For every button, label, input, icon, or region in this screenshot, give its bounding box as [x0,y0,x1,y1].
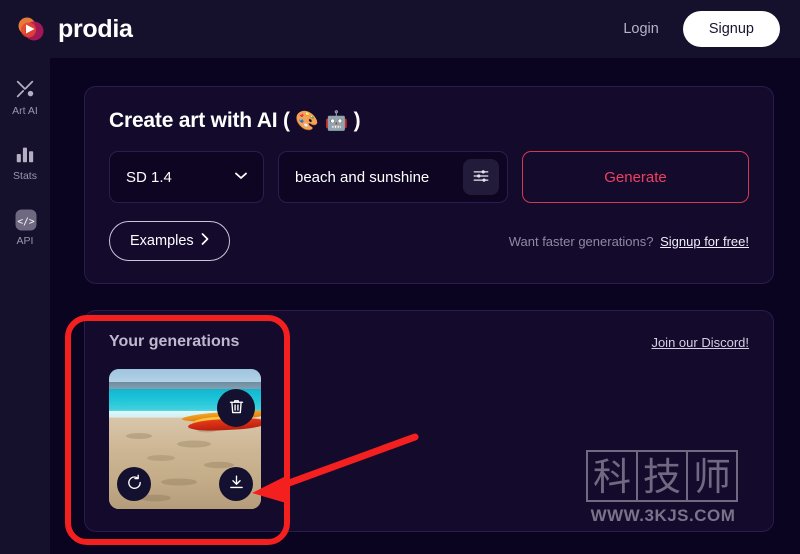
watermark-char: 技 [636,450,688,502]
faster-generations-text: Want faster generations? [508,233,654,249]
left-sidebar: Art AI Stats </> API [0,58,50,554]
join-discord-link[interactable]: Join our Discord! [651,335,749,350]
prodia-play-logo-icon [14,12,48,46]
model-select[interactable]: SD 1.4 [109,151,264,203]
brand-name: prodia [58,14,133,43]
code-brackets-icon: </> [14,208,37,231]
svg-text:</>: </> [17,217,34,228]
examples-button[interactable]: Examples [109,221,230,261]
regenerate-image-button[interactable] [117,467,151,501]
download-icon [228,474,245,494]
signup-for-free-link[interactable]: Signup for free! [660,234,749,249]
create-card-footer: Examples Want faster generations? Signup… [109,221,749,261]
prompt-input[interactable] [295,168,455,186]
bar-chart-icon [14,143,36,165]
sidebar-item-label: Stats [13,170,37,182]
trash-icon [228,398,245,418]
settings-button[interactable] [463,159,499,195]
top-header: prodia Login Signup [0,0,800,58]
model-select-value: SD 1.4 [126,168,172,186]
sidebar-item-label: API [16,235,34,247]
create-art-card: Create art with AI ( 🎨 🤖 ) SD 1.4 beach … [84,86,774,284]
watermark-characters: 科 技 师 [586,450,738,502]
page-title: Create art with AI ( 🎨 🤖 ) [109,109,749,133]
prompt-field-wrapper [278,151,508,203]
login-link[interactable]: Login [615,15,666,43]
generations-header: Your generations Join our Discord! [109,333,749,351]
robot-emoji-icon: 🤖 [324,111,349,132]
delete-image-button[interactable] [217,389,255,427]
refresh-icon [126,474,143,494]
header-actions: Login Signup [615,11,780,47]
examples-button-label: Examples [130,233,194,249]
watermark-char: 科 [586,450,638,502]
sidebar-item-label: Art AI [12,105,38,117]
download-image-button[interactable] [219,467,253,501]
sidebar-item-api[interactable]: </> API [0,208,50,247]
page-title-text: Create art with AI ( [109,109,290,132]
watermark-url: WWW.3KJS.COM [590,506,736,525]
app-root: prodia Login Signup Art AI Stats </> API… [0,0,800,554]
generation-controls: SD 1.4 beach and sunshine Generate [109,151,749,203]
generations-title: Your generations [109,333,240,350]
signup-button[interactable]: Signup [682,11,780,47]
generate-button[interactable]: Generate [522,151,749,203]
watermark-char: 师 [686,450,738,502]
sliders-icon [472,167,490,188]
chevron-right-icon [201,233,209,249]
sidebar-item-stats[interactable]: Stats [0,143,50,182]
generated-image-card[interactable] [109,369,261,509]
chevron-down-icon [235,171,247,183]
palette-emoji-icon: 🎨 [295,111,319,132]
site-watermark: 科 技 师 WWW.3KJS.COM [586,450,738,526]
brush-pen-icon [14,78,36,100]
faster-generations-note: Want faster generations? Signup for free… [509,234,749,249]
brand-logo[interactable]: prodia [14,12,133,46]
sidebar-item-art-ai[interactable]: Art AI [0,78,50,117]
page-title-text-end: ) [353,109,361,132]
